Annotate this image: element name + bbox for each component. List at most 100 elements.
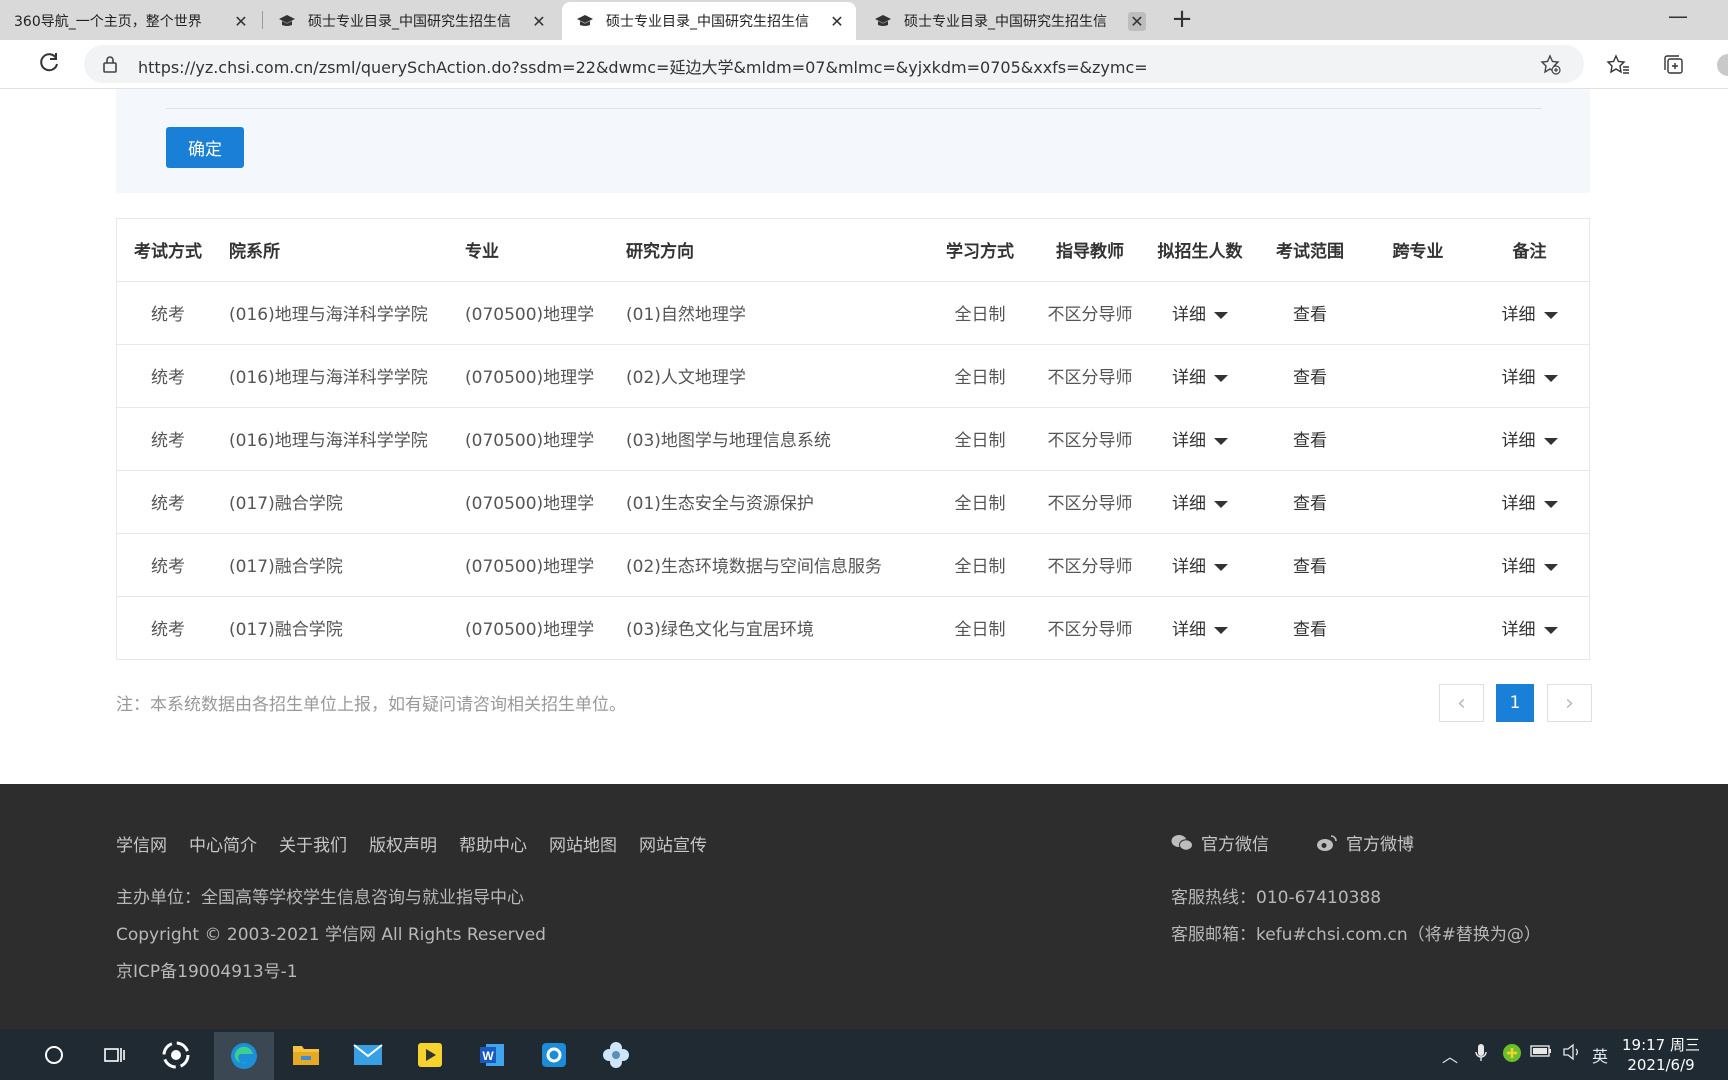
- footer-link-about-center[interactable]: 中心简介: [189, 831, 257, 856]
- quota-detail-dropdown[interactable]: 详细: [1146, 281, 1254, 345]
- reload-icon[interactable]: [36, 50, 62, 76]
- search-circle-icon[interactable]: [36, 1037, 72, 1073]
- footer-link-promo[interactable]: 网站宣传: [639, 831, 707, 856]
- windows-taskbar: W ︿ 英 19:17 周三 2021/6/9: [0, 1029, 1728, 1080]
- exam-scope-view-link[interactable]: 查看: [1254, 407, 1366, 471]
- footer-link-help[interactable]: 帮助中心: [459, 831, 527, 856]
- ime-indicator[interactable]: 英: [1592, 1043, 1608, 1067]
- cell-dept: (017)融合学院: [219, 470, 465, 534]
- microphone-icon[interactable]: [1474, 1043, 1488, 1067]
- quota-detail-dropdown[interactable]: 详细: [1146, 407, 1254, 471]
- exam-scope-view-link[interactable]: 查看: [1254, 596, 1366, 659]
- file-explorer-icon[interactable]: [288, 1037, 324, 1073]
- cell-advisor-text: 不区分导师: [1047, 494, 1133, 514]
- task-view-icon[interactable]: [96, 1037, 132, 1073]
- cell-advisor: 不区分导师: [1034, 533, 1146, 597]
- cell-exam: 统考: [117, 596, 219, 659]
- new-tab-button[interactable]: +: [1168, 6, 1196, 34]
- cell-dept: (016)地理与海洋科学学院: [219, 344, 465, 408]
- add-favorite-icon[interactable]: [1540, 54, 1562, 76]
- quota-detail-dropdown[interactable]: 详细: [1146, 470, 1254, 534]
- cell-exam: 统考: [117, 470, 219, 534]
- remark-detail-dropdown[interactable]: 详细: [1470, 533, 1589, 597]
- footer-link-sitemap[interactable]: 网站地图: [549, 831, 617, 856]
- cell-cross: [1366, 533, 1470, 597]
- app-flower-icon[interactable]: [598, 1037, 634, 1073]
- tray-chevron-up-icon[interactable]: ︿: [1442, 1043, 1458, 1067]
- cell-advisor: 不区分导师: [1034, 344, 1146, 408]
- address-bar[interactable]: https://yz.chsi.com.cn/zsml/querySchActi…: [84, 45, 1584, 83]
- footer-link-copyright[interactable]: 版权声明: [369, 831, 437, 856]
- close-icon[interactable]: ✕: [232, 12, 250, 31]
- remark-detail-dropdown[interactable]: 详细: [1470, 470, 1589, 534]
- volume-icon[interactable]: [1562, 1043, 1582, 1065]
- quota-detail-dropdown[interactable]: 详细: [1146, 533, 1254, 597]
- app-swirl-icon[interactable]: [158, 1037, 194, 1073]
- caret-down-icon: [1214, 311, 1228, 319]
- mail-icon[interactable]: [350, 1037, 386, 1073]
- network-status-icon[interactable]: [1502, 1043, 1522, 1067]
- potplayer-icon[interactable]: [412, 1037, 448, 1073]
- footer-icp[interactable]: 京ICP备19004913号-1: [116, 957, 298, 982]
- collections-icon[interactable]: [1662, 53, 1686, 77]
- remark-detail-dropdown[interactable]: 详细: [1470, 344, 1589, 408]
- wechat-link[interactable]: 官方微信: [1171, 830, 1269, 855]
- cell-major: (070500)地理学: [465, 407, 626, 471]
- confirm-button[interactable]: 确定: [166, 127, 244, 168]
- cell-dept: (017)融合学院: [219, 596, 465, 659]
- wechat-label: 官方微信: [1201, 835, 1269, 855]
- remark-detail-dropdown[interactable]: 详细: [1470, 596, 1589, 659]
- col-header-cross: 跨专业: [1366, 219, 1470, 282]
- footer-link-chsi[interactable]: 学信网: [116, 831, 167, 856]
- cell-dept: (016)地理与海洋科学学院: [219, 407, 465, 471]
- edge-browser-icon[interactable]: [214, 1032, 274, 1080]
- tab-chsi-2-active[interactable]: 硕士专业目录_中国研究生招生信 ✕: [562, 2, 856, 40]
- cell-mode: 全日制: [926, 344, 1034, 408]
- cell-major: (070500)地理学: [465, 533, 626, 597]
- wechat-icon: [1171, 834, 1193, 852]
- cell-mode: 全日制: [926, 533, 1034, 597]
- exam-scope-view-link[interactable]: 查看: [1254, 281, 1366, 345]
- profile-avatar-icon[interactable]: [1716, 53, 1728, 77]
- close-icon[interactable]: ✕: [1128, 11, 1146, 31]
- cell-direction: (03)绿色文化与宜居环境: [626, 596, 926, 659]
- close-icon[interactable]: ✕: [828, 12, 846, 31]
- remark-detail-dropdown[interactable]: 详细: [1470, 407, 1589, 471]
- next-page-button[interactable]: ›: [1547, 684, 1592, 722]
- word-icon[interactable]: W: [474, 1037, 510, 1073]
- system-clock[interactable]: 19:17 周三 2021/6/9: [1622, 1035, 1700, 1075]
- exam-scope-view-link[interactable]: 查看: [1254, 344, 1366, 408]
- quota-detail-dropdown[interactable]: 详细: [1146, 596, 1254, 659]
- footer-email: 客服邮箱：kefu#chsi.com.cn（将#替换为@）: [1171, 925, 1541, 945]
- prev-page-button[interactable]: ‹: [1439, 684, 1484, 722]
- close-icon[interactable]: ✕: [530, 12, 548, 31]
- footer-link-about-us[interactable]: 关于我们: [279, 831, 347, 856]
- caret-down-icon: [1543, 437, 1558, 445]
- tab-360-nav[interactable]: 360导航_一个主页，整个世界 ✕: [0, 2, 260, 40]
- quota-detail-dropdown-text: 详细: [1172, 620, 1206, 641]
- remark-detail-dropdown[interactable]: 详细: [1470, 281, 1589, 345]
- cell-advisor-text: 不区分导师: [1047, 305, 1133, 325]
- remark-detail-dropdown-text: 详细: [1501, 557, 1536, 577]
- exam-scope-view-link-text: 查看: [1293, 494, 1327, 514]
- battery-icon[interactable]: [1530, 1043, 1552, 1062]
- divider: [166, 108, 1542, 109]
- weibo-link[interactable]: 官方微博: [1316, 830, 1414, 855]
- caret-down-icon: [1543, 500, 1558, 508]
- url-text[interactable]: https://yz.chsi.com.cn/zsml/querySchActi…: [138, 54, 1148, 78]
- caret-down-icon: [1214, 626, 1228, 634]
- cell-cross: [1366, 281, 1470, 345]
- cell-mode-text: 全日制: [954, 557, 1006, 577]
- exam-scope-view-link[interactable]: 查看: [1254, 470, 1366, 534]
- exam-scope-view-link[interactable]: 查看: [1254, 533, 1366, 597]
- minimize-button[interactable]: —: [1668, 4, 1688, 28]
- remark-detail-dropdown-text: 详细: [1501, 431, 1536, 451]
- tab-chsi-3[interactable]: 硕士专业目录_中国研究生招生信 ✕: [860, 2, 1156, 40]
- page-1-button[interactable]: 1: [1496, 684, 1534, 722]
- cell-dept-text: (017)融合学院: [229, 494, 343, 514]
- favorites-icon[interactable]: [1606, 53, 1630, 77]
- app-blue-icon[interactable]: [536, 1037, 572, 1073]
- tab-chsi-1[interactable]: 硕士专业目录_中国研究生招生信 ✕: [264, 2, 558, 40]
- quota-detail-dropdown[interactable]: 详细: [1146, 344, 1254, 408]
- lock-icon[interactable]: [102, 55, 118, 73]
